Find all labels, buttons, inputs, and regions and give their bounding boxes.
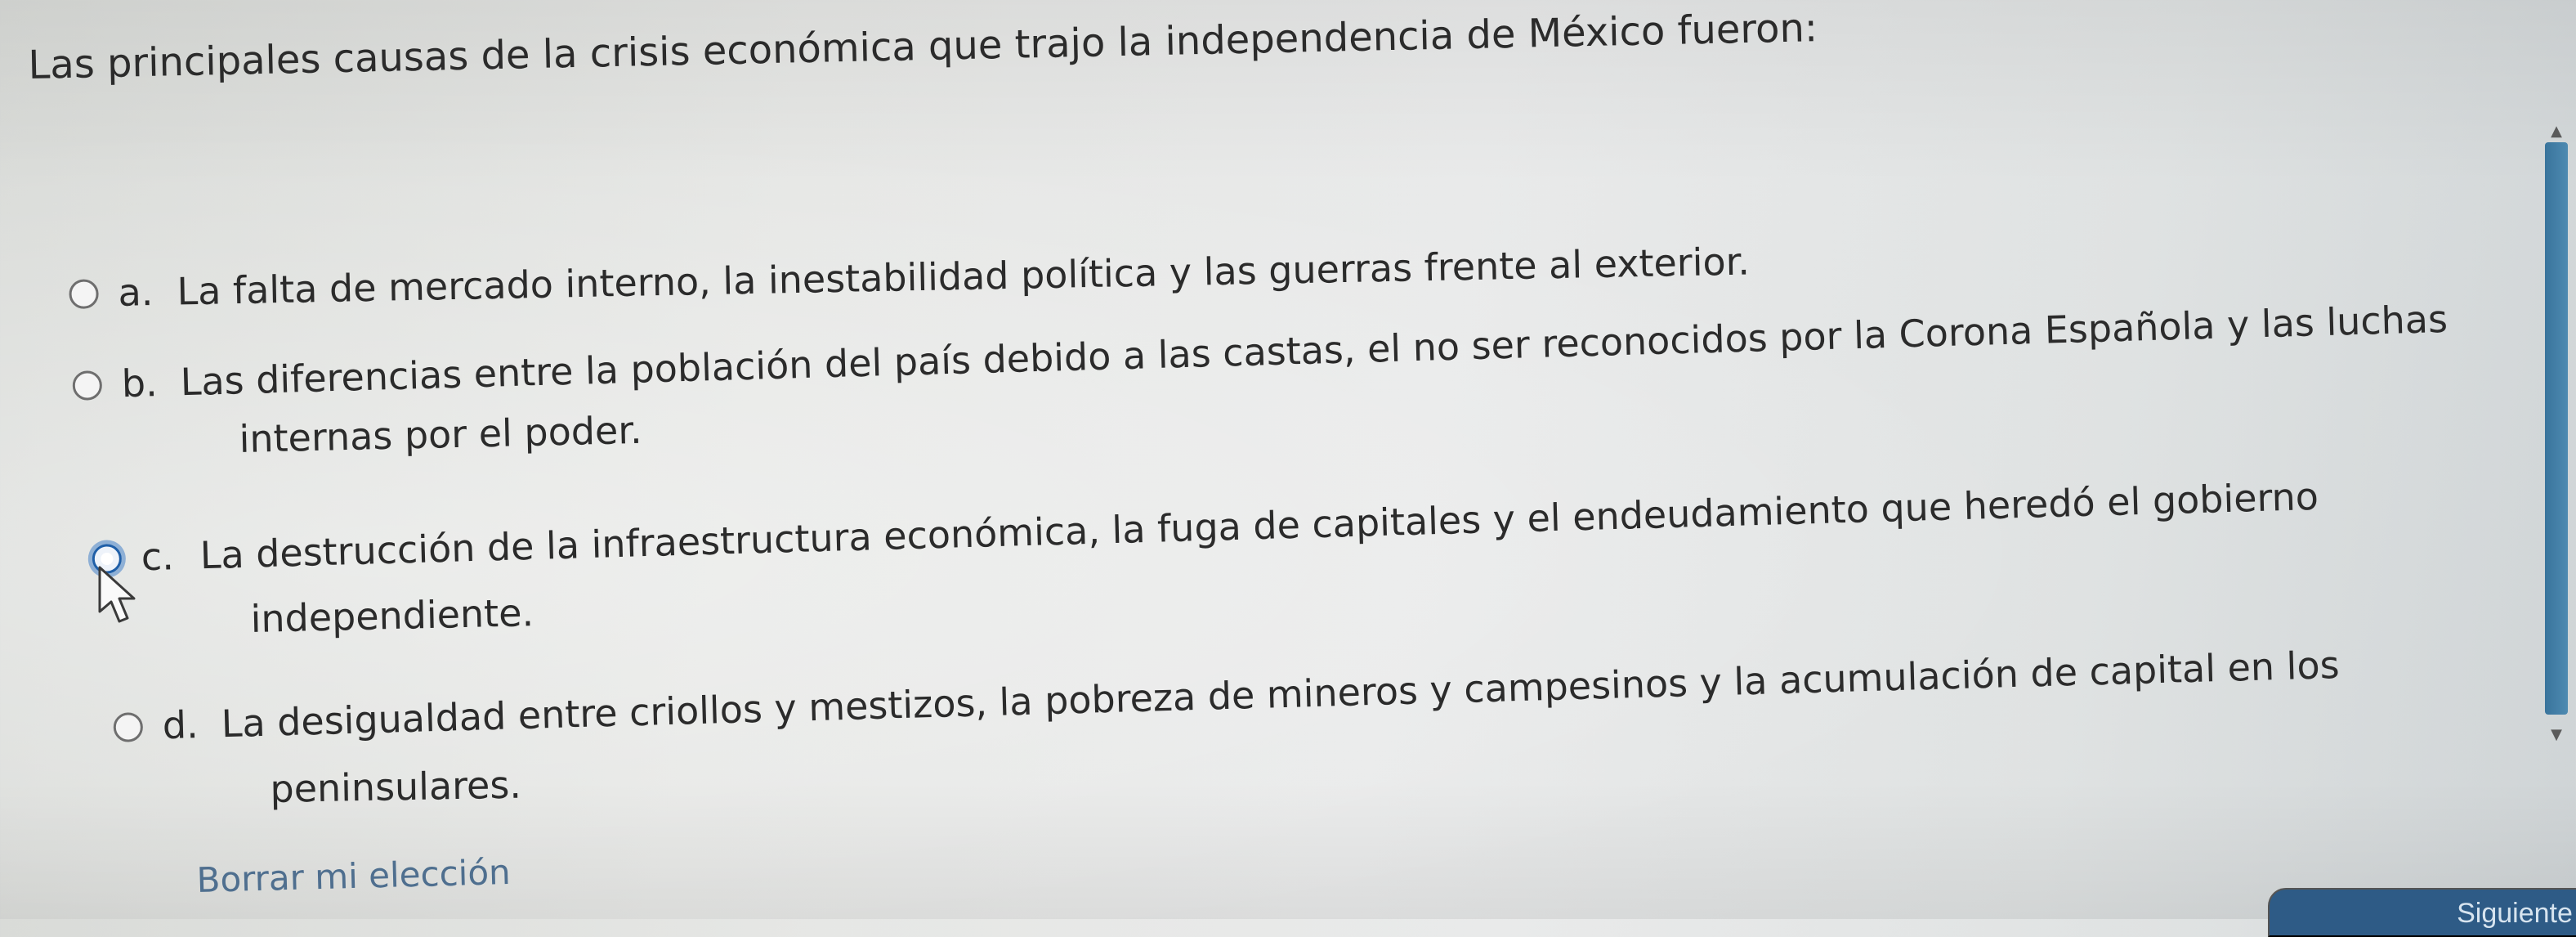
option-c[interactable]: c. La destrucción de la infraestructura …: [92, 473, 2319, 584]
vertical-scrollbar[interactable]: ▲ ▼: [2542, 123, 2571, 744]
option-b[interactable]: b. Las diferencias entre la población de…: [72, 295, 2449, 410]
option-d[interactable]: d. La desigualdad entre criollos y mesti…: [113, 641, 2340, 752]
option-d-label: La desigualdad entre criollos y mestizos…: [221, 642, 2341, 746]
option-b-label-continued: internas por el poder.: [239, 407, 643, 461]
mouse-pointer-icon: [98, 566, 136, 623]
option-a-label: La falta de mercado interno, la inestabi…: [177, 239, 1751, 314]
chevron-down-icon[interactable]: ▼: [2542, 726, 2571, 744]
option-b-letter: b.: [121, 361, 159, 406]
scrollbar-thumb[interactable]: [2545, 142, 2568, 715]
option-c-label: La destrucción de la infraestructura eco…: [199, 473, 2319, 578]
option-d-letter: d.: [162, 702, 199, 748]
option-b-radio[interactable]: [72, 370, 103, 401]
clear-selection-link[interactable]: Borrar mi elección: [196, 852, 511, 900]
next-button[interactable]: Siguiente: [2268, 888, 2576, 937]
option-a-letter: a.: [118, 270, 154, 315]
option-b-label: Las diferencias entre la población del p…: [180, 296, 2449, 405]
option-a-radio[interactable]: [69, 279, 99, 309]
option-c-label-continued: independiente.: [250, 590, 534, 641]
option-d-radio[interactable]: [113, 711, 144, 742]
option-d-label-continued: peninsulares.: [270, 762, 522, 811]
answer-options: a. La falta de mercado interno, la inest…: [0, 0, 2576, 919]
option-a[interactable]: a. La falta de mercado interno, la inest…: [69, 238, 1750, 319]
chevron-up-icon[interactable]: ▲: [2542, 123, 2571, 141]
